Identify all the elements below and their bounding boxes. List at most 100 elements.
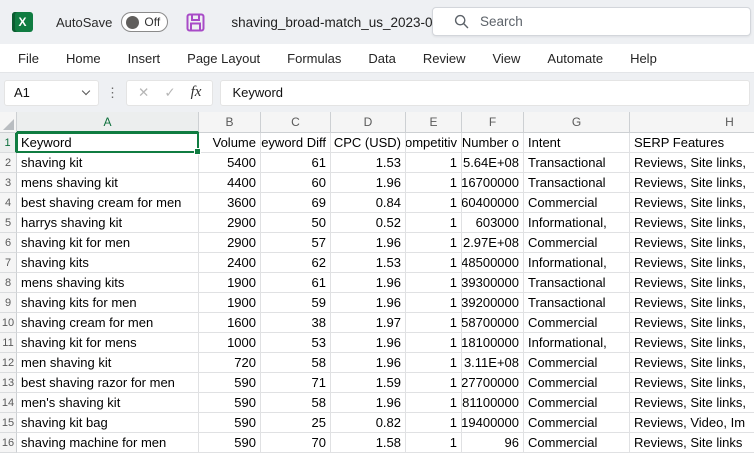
cell-A7[interactable]: shaving kits (17, 253, 199, 273)
cell-G8[interactable]: Transactional (524, 273, 630, 293)
cell-G11[interactable]: Informational, (524, 333, 630, 353)
autosave-toggle[interactable]: Off (121, 12, 169, 32)
cell-E5[interactable]: 1 (406, 213, 462, 233)
column-header-A[interactable]: A (17, 112, 199, 133)
cell-F12[interactable]: 3.11E+08 (462, 353, 524, 373)
enter-button[interactable]: ✓ (164, 85, 175, 101)
cell-B13[interactable]: 590 (199, 373, 261, 393)
cell-C11[interactable]: 53 (261, 333, 331, 353)
cell-D14[interactable]: 1.96 (331, 393, 406, 413)
cell-C4[interactable]: 69 (261, 193, 331, 213)
cell-A3[interactable]: mens shaving kit (17, 173, 199, 193)
cell-F7[interactable]: 48500000 (462, 253, 524, 273)
cell-F1[interactable]: Number o (462, 133, 524, 153)
cell-B15[interactable]: 590 (199, 413, 261, 433)
cell-F6[interactable]: 2.97E+08 (462, 233, 524, 253)
row-header-6[interactable]: 6 (0, 233, 17, 253)
cell-A13[interactable]: best shaving razor for men (17, 373, 199, 393)
column-header-D[interactable]: D (331, 112, 406, 133)
menu-item-data[interactable]: Data (368, 51, 395, 66)
cell-F16[interactable]: 96 (462, 433, 524, 453)
cell-H4[interactable]: Reviews, Site links, (630, 193, 754, 213)
menu-item-help[interactable]: Help (630, 51, 657, 66)
cell-E2[interactable]: 1 (406, 153, 462, 173)
cell-H12[interactable]: Reviews, Site links, (630, 353, 754, 373)
cell-G3[interactable]: Transactional (524, 173, 630, 193)
cell-H7[interactable]: Reviews, Site links, (630, 253, 754, 273)
cell-G9[interactable]: Transactional (524, 293, 630, 313)
cell-G15[interactable]: Commercial (524, 413, 630, 433)
cell-D9[interactable]: 1.96 (331, 293, 406, 313)
row-header-8[interactable]: 8 (0, 273, 17, 293)
cell-C3[interactable]: 60 (261, 173, 331, 193)
cell-F13[interactable]: 27700000 (462, 373, 524, 393)
cell-F11[interactable]: 18100000 (462, 333, 524, 353)
cell-D11[interactable]: 1.96 (331, 333, 406, 353)
cell-G2[interactable]: Transactional (524, 153, 630, 173)
cell-G6[interactable]: Commercial (524, 233, 630, 253)
cell-D8[interactable]: 1.96 (331, 273, 406, 293)
cell-F4[interactable]: 60400000 (462, 193, 524, 213)
cell-F3[interactable]: 16700000 (462, 173, 524, 193)
cell-H2[interactable]: Reviews, Site links, (630, 153, 754, 173)
cell-F10[interactable]: 58700000 (462, 313, 524, 333)
cell-E13[interactable]: 1 (406, 373, 462, 393)
cell-E10[interactable]: 1 (406, 313, 462, 333)
cell-C2[interactable]: 61 (261, 153, 331, 173)
cell-H5[interactable]: Reviews, Site links, (630, 213, 754, 233)
cell-H10[interactable]: Reviews, Site links, (630, 313, 754, 333)
cell-A16[interactable]: shaving machine for men (17, 433, 199, 453)
cell-E11[interactable]: 1 (406, 333, 462, 353)
cell-B2[interactable]: 5400 (199, 153, 261, 173)
cell-H1[interactable]: SERP Features (630, 133, 754, 153)
cell-A6[interactable]: shaving kit for men (17, 233, 199, 253)
cell-A5[interactable]: harrys shaving kit (17, 213, 199, 233)
menu-item-home[interactable]: Home (66, 51, 101, 66)
cell-B16[interactable]: 590 (199, 433, 261, 453)
insert-function-button[interactable]: fx (191, 84, 202, 101)
cell-B6[interactable]: 2900 (199, 233, 261, 253)
cell-G7[interactable]: Informational, (524, 253, 630, 273)
cell-C12[interactable]: 58 (261, 353, 331, 373)
menu-item-formulas[interactable]: Formulas (287, 51, 341, 66)
menu-item-page-layout[interactable]: Page Layout (187, 51, 260, 66)
cell-H11[interactable]: Reviews, Site links, (630, 333, 754, 353)
row-header-10[interactable]: 10 (0, 313, 17, 333)
excel-app-icon[interactable]: X (12, 12, 33, 32)
row-header-11[interactable]: 11 (0, 333, 17, 353)
cell-G13[interactable]: Commercial (524, 373, 630, 393)
cell-D5[interactable]: 0.52 (331, 213, 406, 233)
cell-B10[interactable]: 1600 (199, 313, 261, 333)
cell-A9[interactable]: shaving kits for men (17, 293, 199, 313)
row-header-7[interactable]: 7 (0, 253, 17, 273)
cell-F14[interactable]: 81100000 (462, 393, 524, 413)
cell-E3[interactable]: 1 (406, 173, 462, 193)
cell-G16[interactable]: Commercial (524, 433, 630, 453)
cell-C10[interactable]: 38 (261, 313, 331, 333)
cell-F15[interactable]: 19400000 (462, 413, 524, 433)
search-box[interactable]: Search (432, 7, 751, 36)
cell-E12[interactable]: 1 (406, 353, 462, 373)
cell-A11[interactable]: shaving kit for mens (17, 333, 199, 353)
cell-H14[interactable]: Reviews, Site links, (630, 393, 754, 413)
cell-D2[interactable]: 1.53 (331, 153, 406, 173)
cell-G10[interactable]: Commercial (524, 313, 630, 333)
cell-A1[interactable]: Keyword (16, 132, 201, 155)
row-header-2[interactable]: 2 (0, 153, 17, 173)
row-header-14[interactable]: 14 (0, 393, 17, 413)
cell-B14[interactable]: 590 (199, 393, 261, 413)
row-header-1[interactable]: 1 (0, 133, 17, 153)
cell-G4[interactable]: Commercial (524, 193, 630, 213)
column-header-H[interactable]: H (630, 112, 754, 133)
menu-item-view[interactable]: View (492, 51, 520, 66)
cell-C15[interactable]: 25 (261, 413, 331, 433)
cell-A15[interactable]: shaving kit bag (17, 413, 199, 433)
cell-F5[interactable]: 603000 (462, 213, 524, 233)
menu-item-file[interactable]: File (18, 51, 39, 66)
select-all-corner[interactable] (0, 112, 17, 133)
cell-H13[interactable]: Reviews, Site links, (630, 373, 754, 393)
cell-A14[interactable]: men's shaving kit (17, 393, 199, 413)
row-header-16[interactable]: 16 (0, 433, 17, 453)
menu-item-automate[interactable]: Automate (547, 51, 603, 66)
cell-B3[interactable]: 4400 (199, 173, 261, 193)
